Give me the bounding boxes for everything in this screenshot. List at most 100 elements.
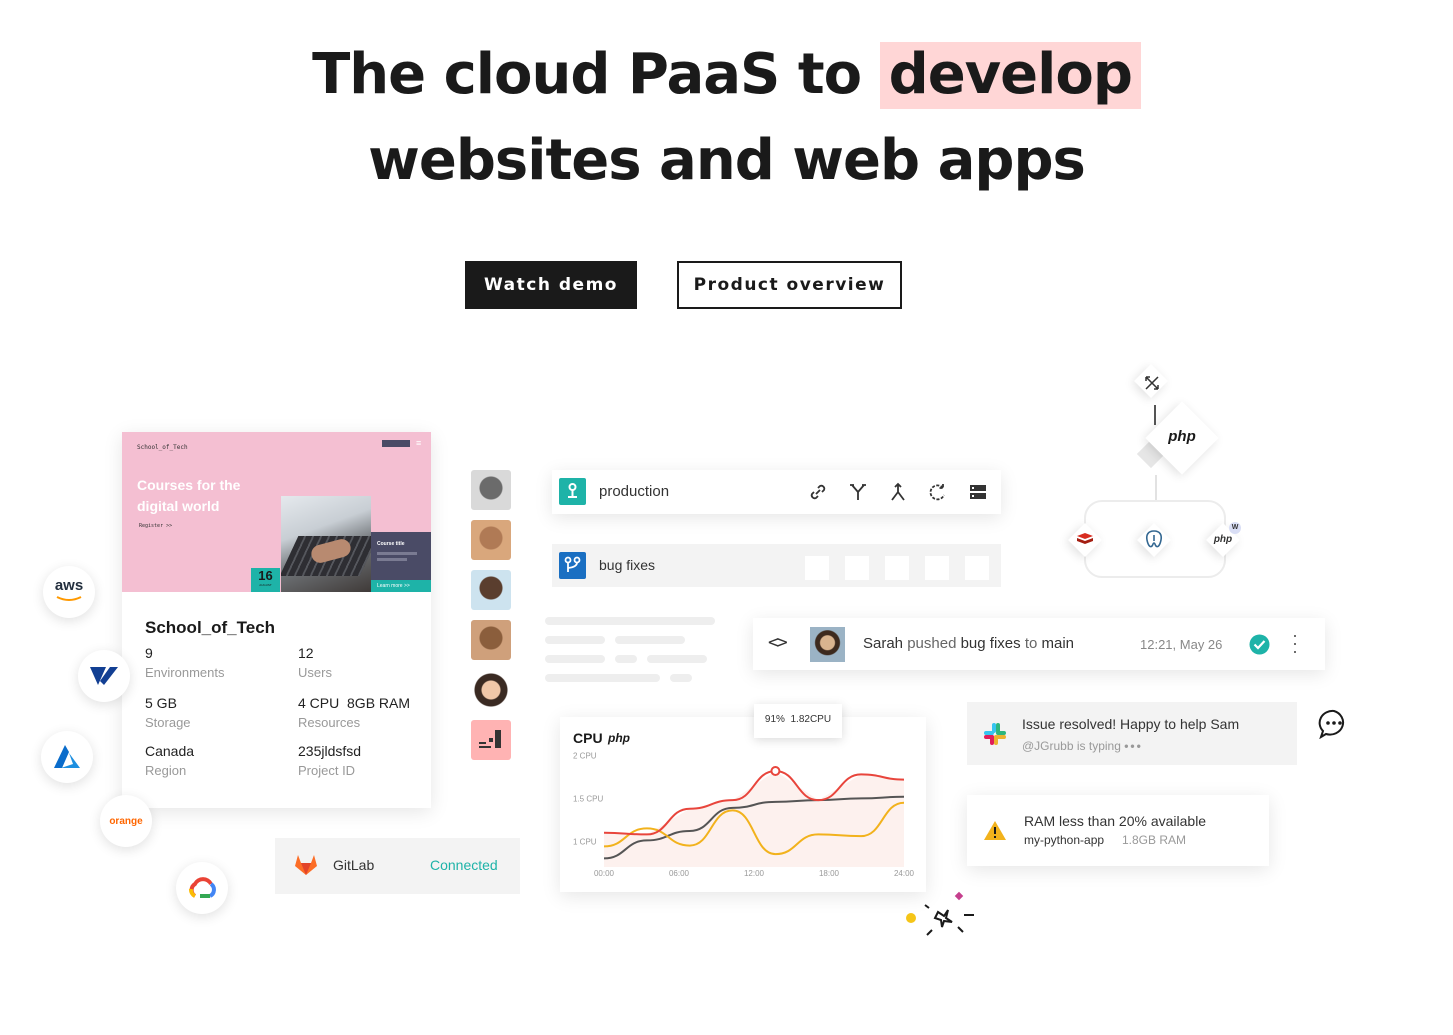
ram-alert[interactable]: RAM less than 20% available my-python-ap… [967,795,1269,866]
user-avatar-5[interactable] [471,670,511,710]
region-label: Region [145,763,187,778]
activity-item[interactable]: <> Sarah pushed bug fixes to main 12:21,… [753,618,1325,670]
postgresql-icon [1145,530,1163,548]
warning-icon [984,821,1006,840]
orange-logo-text: orange [109,815,143,827]
site-register-link: Register >> [139,523,173,529]
chat-bubble-icon[interactable] [1318,709,1350,739]
cpu-highlight-point[interactable] [770,766,781,776]
gitlab-status: Connected [430,857,498,873]
gitlab-integration[interactable]: GitLab Connected [275,838,520,894]
slack-message-text: Issue resolved! Happy to help Sam [1022,716,1240,732]
product-overview-button[interactable]: Product overview [677,261,902,309]
code-icon: <> [768,632,788,653]
gitlab-icon [295,855,317,875]
success-check-icon [1249,634,1270,655]
menu-icon: ≡ [416,438,422,448]
php-app-label: php [1168,428,1196,445]
placeholder-action-4 [925,556,949,580]
activity-target: main [1041,635,1075,652]
hero-title-line-2: websites and web apps [368,128,1086,193]
activity-user: Sarah [863,635,904,652]
sparkle-decoration-icon [906,891,974,936]
server-icon[interactable] [968,482,988,502]
environments-value: 9 [145,645,153,661]
user-avatar-3[interactable] [471,570,511,610]
environments-label: Environments [145,665,225,680]
project-name: School_of_Tech [145,618,276,637]
x-tick-label: 24:00 [894,869,915,878]
user-avatar-4[interactable] [471,620,511,660]
date-month: AUGUST [259,583,272,587]
cpu-chart-card: CPU php 2 CPU 1.5 CPU 1 CPU 00:00 06:00 12:00… [560,717,926,892]
storage-value: 5 GB [145,695,177,711]
users-label: Users [298,665,332,680]
site-brand: School_of_Tech [137,444,188,451]
link-icon[interactable] [808,482,828,502]
hero-title-highlight: develop [879,42,1141,109]
production-label: production [599,483,670,500]
region-value: Canada [145,743,195,759]
alert-detail: 1.8GB RAM [1122,833,1187,847]
merge-icon[interactable] [888,482,908,502]
php-service-label: php [1213,534,1233,545]
bug-fixes-branch-icon [559,552,586,579]
x-tick-label: 06:00 [669,869,690,878]
skeleton-line [545,617,715,625]
user-avatar-placeholder[interactable] [471,720,511,760]
skeleton-line [545,636,605,644]
activity-branch: bug fixes [960,635,1021,652]
watch-demo-button[interactable]: Watch demo [465,261,637,309]
storage-label: Storage [145,715,191,730]
slack-message[interactable]: Issue resolved! Happy to help Sam @JGrub… [967,702,1297,765]
cpu-tooltip-text: 91% 1.82CPU [764,714,832,725]
env-production[interactable]: production [552,470,1001,514]
resources-value: 4 CPU 8GB RAM [298,695,411,711]
placeholder-action-1 [805,556,829,580]
alert-app-name: my-python-app [1024,833,1105,847]
y-tick-label: 1 CPU [573,837,597,846]
placeholder-action-3 [885,556,909,580]
more-options-icon[interactable]: · · · [1291,626,1299,660]
date-day: 16 [258,568,273,583]
user-avatar-2[interactable] [471,520,511,560]
ovh-logo-icon [78,650,130,702]
branch-icon[interactable] [848,482,868,502]
x-tick-label: 18:00 [819,869,840,878]
resources-label: Resources [298,715,361,730]
site-headline-1: Courses for the [137,477,241,493]
site-headline-2: digital world [137,498,220,514]
bug-fixes-label: bug fixes [599,557,656,573]
production-env-icon [559,478,586,505]
placeholder-action-2 [845,556,869,580]
sarah-avatar [810,627,845,662]
orange-logo-icon: orange [100,795,152,847]
php-service-badge: W [1229,522,1241,534]
course-title: Course title [377,541,405,547]
router-icon [1145,376,1159,390]
google-cloud-icon [176,862,228,914]
placeholder-action-5 [965,556,989,580]
slack-icon [984,723,1006,745]
user-avatar-1[interactable] [471,470,511,510]
sync-icon[interactable] [928,482,948,502]
diagram-connector [1155,475,1157,502]
hero-title-prefix: The cloud PaaS to [312,42,862,107]
y-tick-label: 2 CPU [573,752,597,761]
y-tick-label: 1.5 CPU [573,794,603,803]
project-id-value: 235jldsfsd [298,743,362,759]
activity-preposition: to [1024,635,1038,652]
project-card[interactable]: School_of_Tech ≡ Courses for the digital… [122,432,431,808]
activity-message: Sarah pushed bug fixes to main [863,635,1074,652]
hero-title-line-1: The cloud PaaS to develop [0,42,1453,109]
laptop-photo [281,496,371,592]
activity-action: pushed [907,635,957,652]
aws-logo-icon: aws [43,566,95,618]
slack-typing-indicator: @JGrubb is typing ••• [1022,739,1143,753]
skeleton-line [545,674,660,682]
skeleton-line [615,636,685,644]
cpu-tooltip: 91% 1.82CPU [754,704,842,738]
aws-logo-text: aws [54,577,84,594]
env-bug-fixes[interactable]: bug fixes [552,544,1001,587]
cpu-line-chart: 2 CPU 1.5 CPU 1 CPU 00:00 06:00 12:00 18:00 24:… [573,752,915,878]
